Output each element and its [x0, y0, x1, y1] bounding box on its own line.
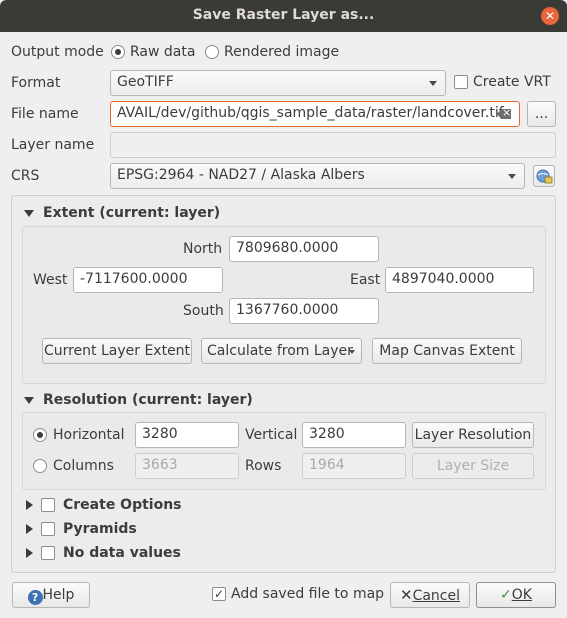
west-input[interactable]: -7117600.0000 — [73, 267, 223, 293]
raw-data-radio[interactable] — [111, 45, 125, 59]
pyramids-title[interactable]: Pyramids — [63, 521, 137, 537]
layer-size-button: Layer Size — [412, 453, 534, 479]
chevron-down-icon — [429, 81, 437, 86]
layer-resolution-button[interactable]: Layer Resolution — [412, 422, 534, 448]
create-options-checkbox[interactable] — [41, 498, 55, 512]
file-name-value: AVAIL/dev/github/qgis_sample_data/raster… — [117, 105, 504, 121]
crs-label: CRS — [11, 168, 40, 184]
cancel-icon: ✕ — [399, 586, 413, 604]
chevron-down-icon — [349, 350, 355, 354]
east-label: East — [350, 272, 381, 288]
cancel-button[interactable]: ✕Cancel — [390, 582, 470, 608]
expand-arrow-icon[interactable] — [26, 500, 33, 510]
close-button[interactable]: ✕ — [541, 7, 559, 25]
columns-radio[interactable] — [33, 459, 47, 473]
horizontal-input[interactable]: 3280 — [135, 422, 239, 448]
current-layer-extent-button[interactable]: Current Layer Extent — [42, 338, 192, 364]
cancel-label: Cancel — [412, 588, 460, 604]
chevron-down-icon — [508, 174, 516, 179]
vertical-label: Vertical — [245, 427, 298, 443]
crs-value: EPSG:2964 - NAD27 / Alaska Albers — [117, 167, 365, 183]
rendered-image-radio[interactable] — [205, 45, 219, 59]
west-label: West — [33, 272, 68, 288]
save-raster-dialog: Save Raster Layer as... ✕ Output mode Ra… — [0, 0, 567, 618]
format-value: GeoTIFF — [117, 74, 174, 90]
crs-select[interactable]: EPSG:2964 - NAD27 / Alaska Albers — [110, 163, 525, 189]
no-data-checkbox[interactable] — [41, 546, 55, 560]
format-label: Format — [11, 75, 61, 91]
resolution-title[interactable]: Resolution (current: layer) — [43, 392, 253, 408]
create-options-title[interactable]: Create Options — [63, 497, 182, 513]
ok-label: OK — [511, 587, 532, 603]
layer-name-label: Layer name — [11, 137, 95, 153]
pyramids-checkbox[interactable] — [41, 522, 55, 536]
expand-arrow-icon[interactable] — [26, 524, 33, 534]
help-button[interactable]: ? Help — [12, 582, 90, 608]
columns-input: 3663 — [135, 453, 239, 479]
calculate-from-layer-label: Calculate from Layer — [207, 343, 353, 359]
east-input[interactable]: 4897040.0000 — [385, 267, 534, 293]
north-label: North — [183, 241, 223, 257]
create-vrt-label[interactable]: Create VRT — [473, 74, 551, 90]
rows-label: Rows — [245, 458, 282, 474]
format-select[interactable]: GeoTIFF — [110, 70, 446, 96]
help-label: Help — [42, 587, 75, 603]
no-data-title[interactable]: No data values — [63, 545, 181, 561]
map-canvas-extent-button[interactable]: Map Canvas Extent — [372, 338, 522, 364]
create-vrt-checkbox[interactable] — [454, 75, 468, 89]
south-input[interactable]: 1367760.0000 — [229, 298, 379, 324]
browse-button[interactable]: ... — [527, 101, 556, 127]
file-name-label: File name — [11, 106, 79, 122]
horizontal-label[interactable]: Horizontal — [53, 427, 124, 443]
check-icon: ✓ — [500, 587, 512, 603]
columns-label[interactable]: Columns — [53, 458, 114, 474]
rows-input: 1964 — [302, 453, 406, 479]
globe-icon — [536, 169, 553, 184]
layer-name-input — [110, 132, 556, 158]
extent-title[interactable]: Extent (current: layer) — [43, 205, 220, 221]
add-saved-file-label[interactable]: Add saved file to map — [231, 586, 384, 602]
raw-data-label[interactable]: Raw data — [130, 44, 195, 60]
horizontal-radio[interactable] — [33, 428, 47, 442]
vertical-input[interactable]: 3280 — [302, 422, 406, 448]
file-name-input[interactable]: AVAIL/dev/github/qgis_sample_data/raster… — [110, 101, 520, 127]
north-input[interactable]: 7809680.0000 — [229, 236, 379, 262]
window-title: Save Raster Layer as... — [192, 7, 375, 23]
calculate-from-layer-button[interactable]: Calculate from Layer — [201, 338, 362, 364]
title-bar: Save Raster Layer as... ✕ — [0, 0, 567, 32]
ok-button[interactable]: ✓OK — [476, 582, 556, 608]
south-label: South — [183, 303, 224, 319]
collapse-arrow-icon[interactable] — [24, 397, 34, 404]
output-mode-label: Output mode — [11, 44, 104, 60]
collapse-arrow-icon[interactable] — [24, 210, 34, 217]
crs-selector-button[interactable] — [533, 165, 555, 187]
expand-arrow-icon[interactable] — [26, 548, 33, 558]
help-icon: ? — [27, 590, 43, 605]
add-saved-file-checkbox[interactable]: ✓ — [212, 587, 226, 601]
rendered-image-label[interactable]: Rendered image — [224, 44, 339, 60]
